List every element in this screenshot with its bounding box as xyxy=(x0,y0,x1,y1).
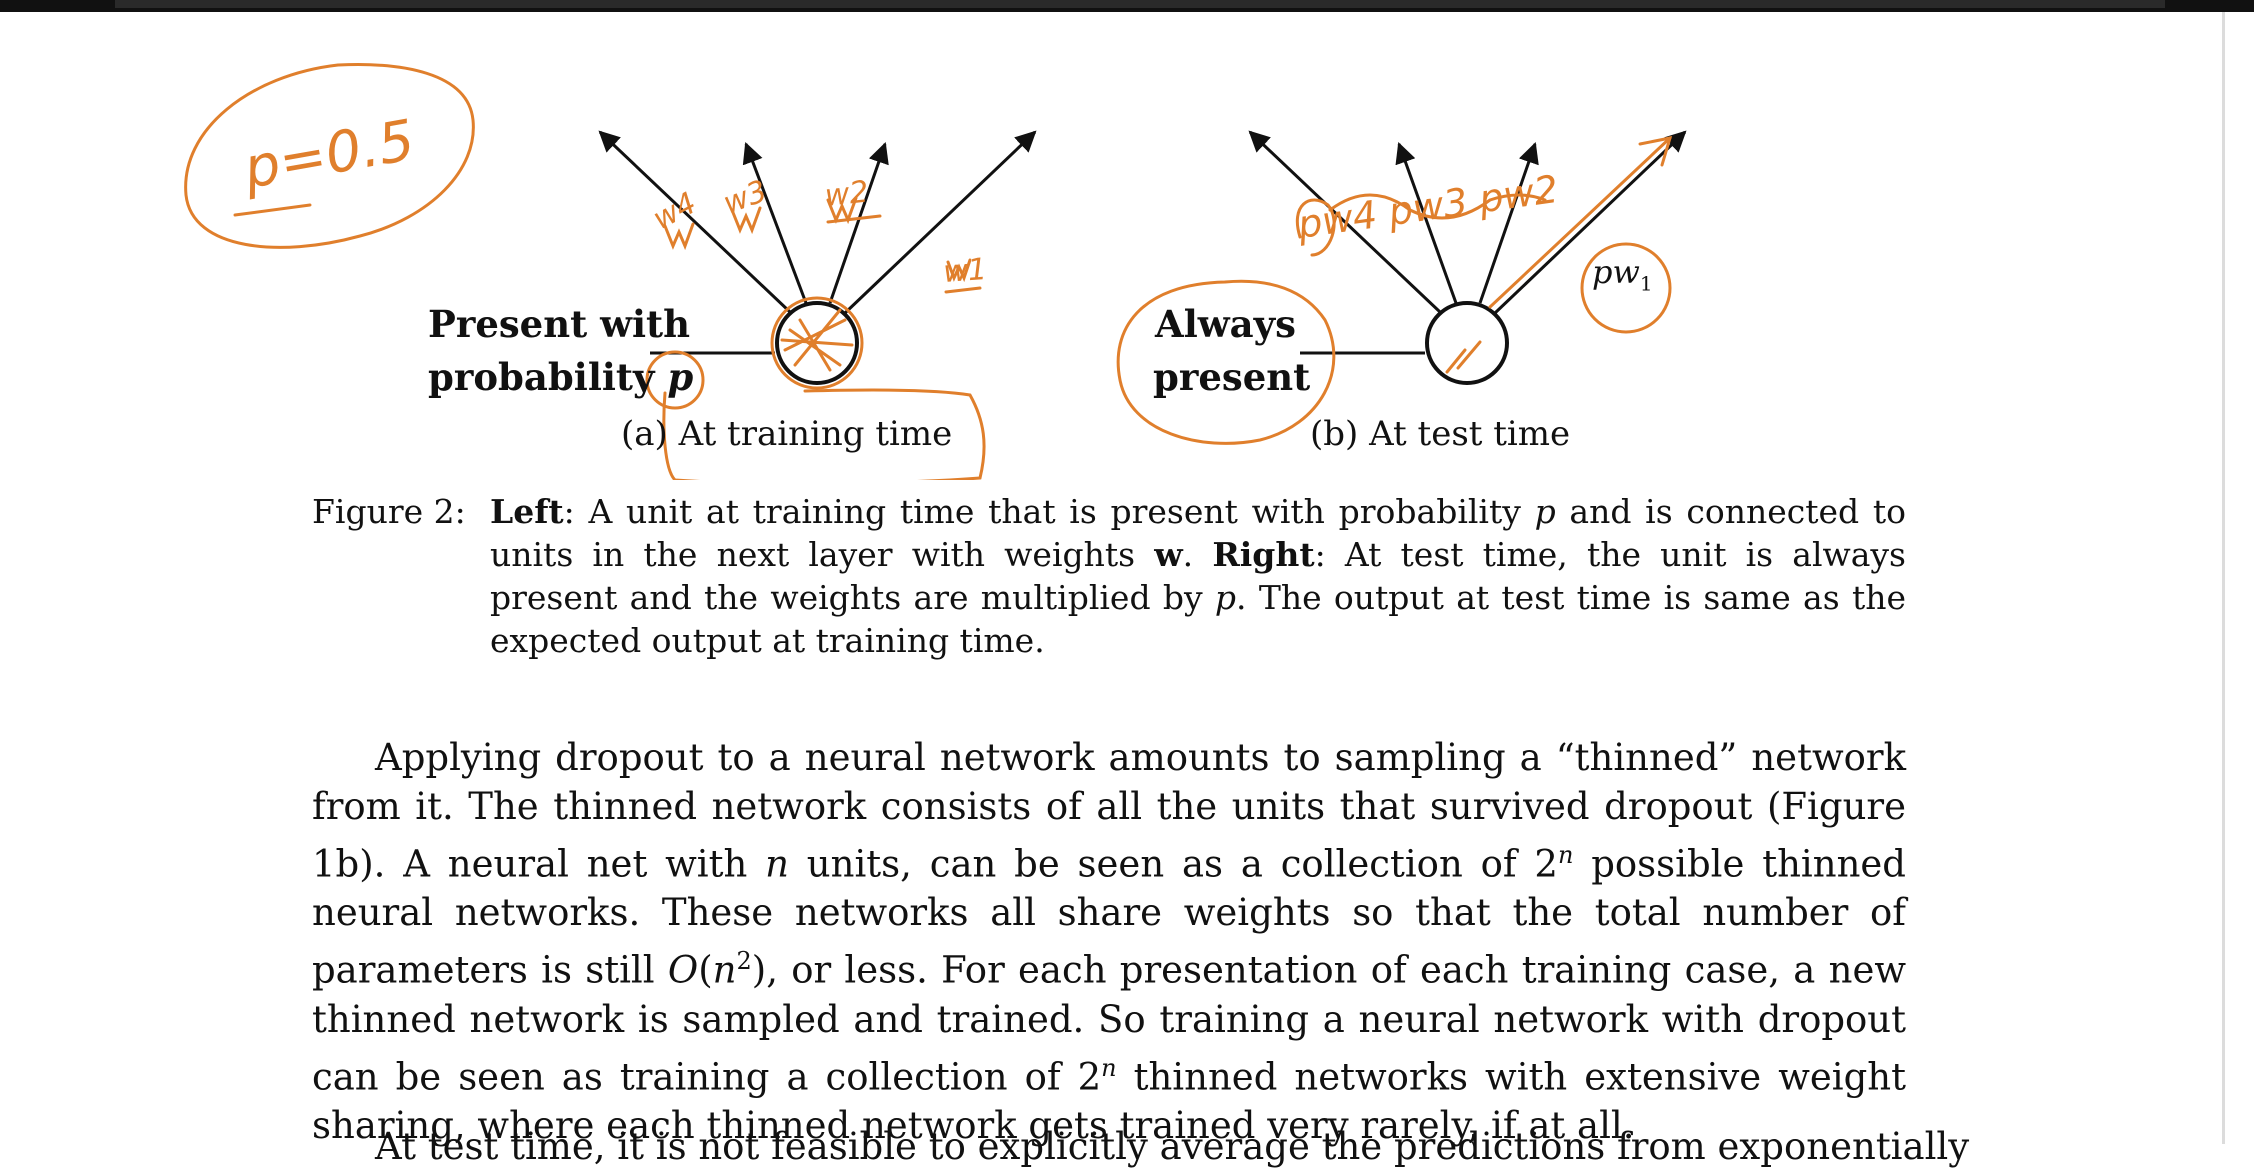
paragraph-text: Applying dropout to a neural network amo… xyxy=(312,733,1906,1150)
weight-annotation-w2: w2 xyxy=(823,175,870,214)
right-label-line1: Always xyxy=(1155,302,1296,346)
body-big-o: O xyxy=(667,948,699,992)
caption-text-1: : A unit at training time that is presen… xyxy=(563,492,1535,531)
right-subcaption: (b) At test time xyxy=(1310,414,1571,454)
caption-var-p1: p xyxy=(1534,492,1556,531)
caption-var-p2: p xyxy=(1214,578,1237,617)
body-s2: units, can be seen as a collection of 2 xyxy=(788,842,1558,886)
caption-right-head: Right xyxy=(1212,535,1315,574)
body-sup-n2: n xyxy=(1101,1053,1117,1082)
caption-left-head: Left xyxy=(490,492,564,531)
arrow-out-2 xyxy=(1478,142,1539,304)
p-note-text: p=0.5 xyxy=(238,108,419,202)
left-label-var: p xyxy=(667,355,694,399)
weight-annotation-w4: w4 xyxy=(647,186,702,237)
body-sup-2: 2 xyxy=(736,947,752,976)
left-label-line1: Present with xyxy=(428,302,690,346)
left-subcaption: (a) At training time xyxy=(621,414,953,454)
right-weights-text: pw4 pw3 pw2 xyxy=(1294,167,1561,247)
figure-caption: Figure 2: Left: A unit at training time … xyxy=(312,490,1906,662)
left-label-text: probability xyxy=(428,355,655,399)
weight-annotation-w3: w3 xyxy=(719,174,772,222)
body-cut-line: At test time, it is not feasible to expl… xyxy=(375,1125,1970,1168)
caption-label: Figure 2: xyxy=(312,492,466,531)
figure-drawing: p=0.5 pw4 pw3 pw2 w4 w3 w2 w1 xyxy=(184,63,1687,480)
p-note-underline xyxy=(233,203,312,217)
caption-bold-w: w xyxy=(1154,535,1183,574)
test-unit-node xyxy=(1425,301,1509,385)
right-weight-p: pw xyxy=(1592,253,1640,291)
body-sup-n1: n xyxy=(1557,841,1574,869)
body-paragraph: Applying dropout to a neural network amo… xyxy=(312,733,1906,1150)
arrow-out-4 xyxy=(598,130,792,314)
right-label-line2: present xyxy=(1153,355,1311,399)
caption-text-3: . xyxy=(1182,535,1213,574)
body-o-close: ) xyxy=(751,948,767,992)
arrow-out-1 xyxy=(843,130,1037,315)
weight-annotation-w1: w1 xyxy=(942,252,988,290)
right-weight-sub: 1 xyxy=(1639,271,1653,296)
caption-body: Left: A unit at training time that is pr… xyxy=(490,490,1906,662)
body-var-n2: n xyxy=(712,948,737,992)
dropout-figure: p=0.5 pw4 pw3 pw2 w4 w3 w2 w1 Present with … xyxy=(0,0,2254,480)
left-label-line2: probability p xyxy=(428,355,693,399)
arrow-out-2 xyxy=(828,142,889,304)
arrow-out-1 xyxy=(1493,130,1687,315)
body-var-n1: n xyxy=(765,842,789,886)
body-o-open: ( xyxy=(698,948,713,992)
right-weight-label: pw1 xyxy=(1592,250,1653,305)
